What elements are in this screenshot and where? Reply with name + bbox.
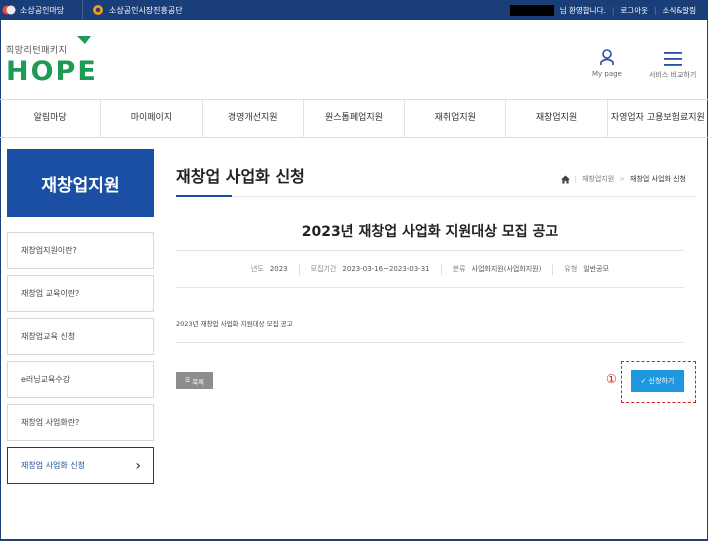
user-menu: 님 환영합니다. | 로그아웃 | 소식&알림 (509, 0, 702, 20)
apply-button-label: 신청하기 (648, 377, 675, 385)
service-compare-label: 서비스 비교하기 (649, 71, 697, 79)
sidebar-item-label: 재창업 사업화 신청 (21, 461, 85, 470)
semas-link[interactable]: 소상공인시장진흥공단 (82, 0, 202, 20)
semas-label: 소상공인시장진흥공단 (109, 5, 183, 15)
sosang-madang-link[interactable]: 소상공인마당 (0, 0, 82, 20)
logo-flag-icon (77, 36, 91, 44)
list-icon: ☰ (184, 377, 191, 384)
meta-divider (552, 263, 554, 275)
welcome-text: 님 환영합니다. (559, 5, 606, 15)
annotation-marker: ① (606, 372, 617, 386)
sidebar-item-business-apply[interactable]: 재창업 사업화 신청 › (7, 447, 154, 484)
breadcrumb-item[interactable]: 재창업지원 (582, 174, 614, 184)
sidebar-item-business-info[interactable]: 재창업 사업화란? (7, 404, 154, 441)
sidebar-item-what-is-support[interactable]: 재창업지원이란? (7, 232, 154, 269)
list-button[interactable]: ☰ 목록 (176, 372, 213, 389)
page-title: 재창업 사업화 신청 (176, 167, 305, 186)
bottom-border (0, 539, 708, 540)
year-value: 2023 (269, 265, 288, 273)
chevron-right-icon: > (619, 175, 626, 183)
sidebar-item-education-info[interactable]: 재창업 교육이란? (7, 275, 154, 312)
logout-link[interactable]: 로그아웃 (614, 5, 654, 16)
apply-button[interactable]: ✓ 신청하기 (631, 370, 684, 392)
user-icon (600, 49, 614, 65)
nav-closure[interactable]: 원스톱폐업지원 (304, 100, 406, 137)
mypage-button[interactable]: My page (592, 46, 622, 78)
top-bar: 소상공인마당 소상공인시장진흥공단 님 환영합니다. | 로그아웃 | 소식&알… (0, 0, 708, 20)
nav-mypage[interactable]: 마이페이지 (101, 100, 203, 137)
list-button-label: 목록 (192, 377, 205, 386)
news-link[interactable]: 소식&알림 (657, 5, 702, 16)
type-label: 유형 (564, 265, 578, 273)
sosang-madang-label: 소상공인마당 (20, 5, 65, 15)
semas-logo-icon (93, 5, 103, 15)
sidebar-item-label: 재창업 교육이란? (21, 289, 80, 298)
meta-divider (440, 263, 442, 275)
redacted-username (509, 4, 554, 16)
nav-notice[interactable]: 알림마당 (0, 100, 102, 137)
mypage-label: My page (592, 70, 622, 78)
meta-divider (298, 263, 300, 275)
chevron-right-icon: › (135, 457, 141, 474)
brand-subtitle: 희망리턴패키지 (6, 46, 68, 56)
post-title: 2023년 재창업 사업화 지원대상 모집 공고 (301, 224, 559, 240)
main-nav: 알림마당 마이페이지 경영개선지원 원스톱폐업지원 재취업지원 재창업지원 자영… (0, 99, 708, 138)
category-label: 분류 (452, 265, 466, 273)
title-divider (232, 196, 696, 197)
period-label: 모집기간 (310, 265, 337, 273)
nav-insurance[interactable]: 자영업자 고용보험료지원 (608, 100, 708, 137)
title-underline (176, 195, 232, 197)
hope-logo[interactable]: HOPE (6, 56, 98, 87)
sidebar-item-elearning[interactable]: e러닝교육수강 (7, 361, 154, 398)
home-icon[interactable] (560, 174, 570, 184)
nav-reemployment[interactable]: 재취업지원 (405, 100, 507, 137)
period-value: 2023-03-16~2023-03-31 (342, 265, 430, 273)
sosang-logo-icon (2, 5, 16, 15)
post-content: 2023년 재창업 사업화 지원대상 모집 공고 (176, 320, 293, 328)
breadcrumb-separator: | (574, 175, 577, 183)
nav-restartup[interactable]: 재창업지원 (506, 100, 608, 137)
post-meta: 년도 2023 모집기간 2023-03-16~2023-03-31 분류 사업… (176, 250, 684, 288)
breadcrumb: | 재창업지원 > 재창업 사업화 신청 (560, 174, 686, 184)
year-label: 년도 (250, 265, 264, 273)
category-value: 사업화지원(사업화지원) (471, 265, 542, 273)
service-compare-button[interactable]: 서비스 비교하기 (649, 46, 696, 80)
sidebar-item-label: 재창업교육 신청 (21, 332, 76, 341)
menu-icon (663, 52, 682, 66)
nav-management[interactable]: 경영개선지원 (203, 100, 304, 137)
check-icon: ✓ (640, 377, 647, 385)
sidebar-item-education-apply[interactable]: 재창업교육 신청 (7, 318, 154, 355)
sidebar-item-label: 재창업지원이란? (21, 246, 77, 255)
sidebar-item-label: e러닝교육수강 (21, 375, 71, 384)
type-value: 일반공모 (583, 265, 610, 273)
sidebar-item-label: 재창업 사업화란? (21, 418, 80, 427)
breadcrumb-current: 재창업 사업화 신청 (630, 175, 686, 183)
sidebar-title: 재창업지원 (7, 149, 154, 217)
content-divider (176, 342, 684, 343)
